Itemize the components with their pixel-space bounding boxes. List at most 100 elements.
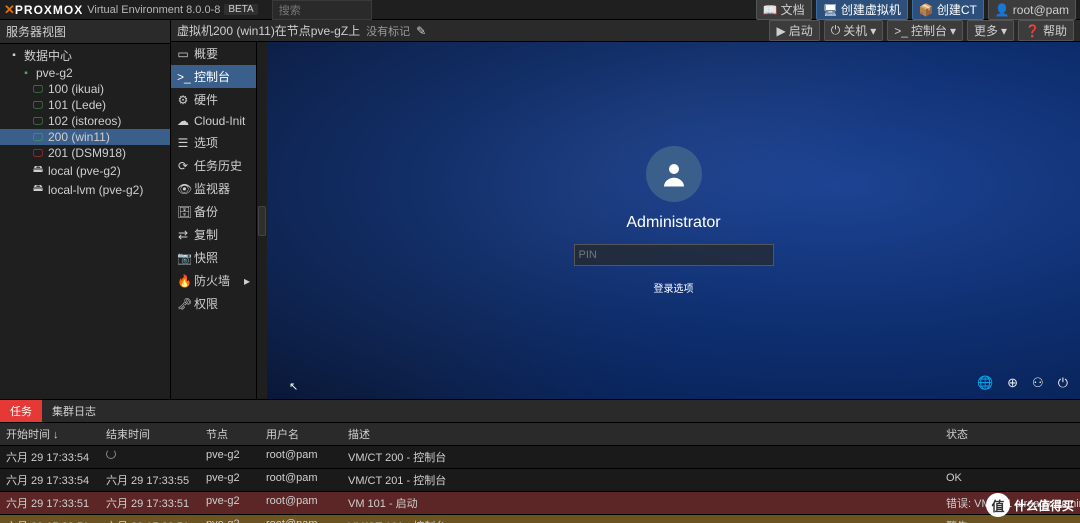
menu-item[interactable]: ☰选项 bbox=[171, 131, 256, 154]
content-panel: 虚拟机200 (win11)在节点pve-gZ上 没有标记 ✎ ▶启动 ⏻关机 … bbox=[171, 20, 1080, 399]
menu-icon: ☰ bbox=[177, 136, 189, 150]
disk-icon: 🖴 bbox=[32, 181, 44, 198]
cube-icon: 📦 bbox=[919, 3, 934, 17]
grip-icon bbox=[258, 206, 266, 236]
menu-icon: 🔥 bbox=[177, 274, 189, 288]
menu-item[interactable]: >_控制台 bbox=[171, 65, 256, 88]
more-button[interactable]: 更多 ▾ bbox=[967, 20, 1014, 41]
task-row[interactable]: 六月 29 17:33:54pve-g2root@pamVM/CT 200 - … bbox=[0, 446, 1080, 469]
help-icon: ❓ bbox=[1025, 24, 1040, 38]
menu-icon: ⇄ bbox=[177, 228, 189, 242]
vm-status-icon: 🖵 bbox=[32, 100, 44, 111]
resource-tree: ▪数据中心 ▪pve-g2 🖵100 (ikuai)🖵101 (Lede)🖵10… bbox=[0, 44, 170, 201]
chevron-right-icon: ▸ bbox=[244, 274, 250, 288]
menu-item[interactable]: ⟳任务历史 bbox=[171, 154, 256, 177]
sidebar: 服务器视图 ▪数据中心 ▪pve-g2 🖵100 (ikuai)🖵101 (Le… bbox=[0, 20, 171, 399]
cursor-icon: ↖ bbox=[289, 380, 298, 393]
menu-icon: >_ bbox=[177, 70, 189, 84]
help-button[interactable]: ❓帮助 bbox=[1018, 20, 1074, 41]
tree-storage[interactable]: 🖴local (pve-g2) bbox=[0, 161, 170, 180]
chevron-down-icon: ▾ bbox=[950, 24, 956, 38]
tree-datacenter[interactable]: ▪数据中心 bbox=[0, 46, 170, 65]
search-input[interactable]: 搜索 bbox=[272, 0, 372, 20]
tab-tasks[interactable]: 任务 bbox=[0, 400, 42, 422]
view-selector[interactable]: 服务器视图 bbox=[0, 20, 170, 44]
user-icon: 👤 bbox=[995, 3, 1010, 17]
menu-item[interactable]: 🗄备份 bbox=[171, 200, 256, 223]
tree-vm[interactable]: 🖵200 (win11) bbox=[0, 129, 170, 145]
console-button[interactable]: >_控制台 ▾ bbox=[887, 20, 963, 41]
menu-item[interactable]: ☁Cloud-Init bbox=[171, 111, 256, 131]
menu-icon: ⟳ bbox=[177, 159, 189, 173]
vm-menu: ▭概要>_控制台⚙硬件☁Cloud-Init☰选项⟳任务历史👁监视器🗄备份⇄复制… bbox=[171, 42, 257, 399]
start-button[interactable]: ▶启动 bbox=[769, 20, 819, 41]
power-icon: ⏻ bbox=[831, 23, 841, 38]
task-row[interactable]: 六月 29 17:33:54六月 29 17:33:55pve-g2root@p… bbox=[0, 469, 1080, 492]
spinner-icon bbox=[106, 449, 116, 459]
tab-cluster-log[interactable]: 集群日志 bbox=[42, 400, 106, 422]
menu-item[interactable]: ⚙硬件 bbox=[171, 88, 256, 111]
signin-options-link[interactable]: 登录选项 bbox=[654, 280, 694, 295]
menu-icon: 👁 bbox=[177, 182, 189, 196]
main-area: 服务器视图 ▪数据中心 ▪pve-g2 🖵100 (ikuai)🖵101 (Le… bbox=[0, 20, 1080, 399]
tree-node[interactable]: ▪pve-g2 bbox=[0, 65, 170, 81]
watermark: 值 什么值得买 bbox=[986, 493, 1074, 517]
product-name: PROXMOX bbox=[15, 3, 83, 17]
menu-icon: ▭ bbox=[177, 47, 189, 61]
monitor-icon: 🖥 bbox=[823, 3, 838, 17]
tree-vm[interactable]: 🖵101 (Lede) bbox=[0, 97, 170, 113]
ease-icon[interactable]: ⚇ bbox=[1032, 375, 1044, 391]
menu-icon: 📷 bbox=[177, 251, 189, 265]
vm-status-icon: 🖵 bbox=[32, 148, 44, 159]
col-end[interactable]: 结束时间 bbox=[100, 423, 200, 445]
disk-icon: 🖴 bbox=[32, 162, 44, 179]
accessibility-icon[interactable]: ⊕ bbox=[1007, 375, 1018, 391]
menu-item[interactable]: 🗝权限 bbox=[171, 292, 256, 315]
tree-vm[interactable]: 🖵100 (ikuai) bbox=[0, 81, 170, 97]
account-name: Administrator bbox=[626, 214, 720, 232]
task-row[interactable]: 六月 29 17:33:51六月 29 17:33:51pve-g2root@p… bbox=[0, 492, 1080, 515]
task-row[interactable]: 六月 29 17:33:51六月 29 17:33:51pve-g2root@p… bbox=[0, 515, 1080, 523]
menu-item[interactable]: 👁监视器 bbox=[171, 177, 256, 200]
chevron-down-icon: ▾ bbox=[1001, 24, 1007, 38]
docs-button[interactable]: 📖文档 bbox=[756, 0, 812, 20]
menu-icon: ☁ bbox=[177, 114, 189, 128]
create-ct-button[interactable]: 📦创建CT bbox=[912, 0, 984, 20]
top-header: ✕ PROXMOX Virtual Environment 8.0.0-8 BE… bbox=[0, 0, 1080, 20]
menu-icon: ⚙ bbox=[177, 93, 189, 107]
pin-input[interactable] bbox=[574, 244, 774, 266]
edit-tags-icon[interactable]: ✎ bbox=[416, 24, 426, 38]
splitter-handle[interactable] bbox=[257, 42, 267, 399]
task-columns: 开始时间 ↓ 结束时间 节点 用户名 描述 状态 bbox=[0, 423, 1080, 446]
user-menu-button[interactable]: 👤root@pam bbox=[988, 0, 1076, 20]
col-status[interactable]: 状态 bbox=[940, 423, 1080, 445]
power-icon[interactable]: ⏻ bbox=[1058, 375, 1068, 391]
vm-status-icon: 🖵 bbox=[32, 132, 44, 143]
logo[interactable]: ✕ PROXMOX Virtual Environment 8.0.0-8 BE… bbox=[0, 2, 262, 18]
menu-item[interactable]: ⇄复制 bbox=[171, 223, 256, 246]
chevron-down-icon: ▾ bbox=[870, 24, 876, 38]
no-tags-label: 没有标记 bbox=[366, 23, 410, 39]
col-start[interactable]: 开始时间 ↓ bbox=[0, 423, 100, 445]
server-icon: ▪ bbox=[20, 68, 32, 79]
vnc-console[interactable]: Administrator 登录选项 🌐 ⊕ ⚇ ⏻ ↖ bbox=[267, 42, 1080, 399]
menu-item[interactable]: ▭概要 bbox=[171, 42, 256, 65]
menu-item[interactable]: 📷快照 bbox=[171, 246, 256, 269]
col-user[interactable]: 用户名 bbox=[260, 423, 342, 445]
create-vm-button[interactable]: 🖥创建虚拟机 bbox=[816, 0, 908, 20]
col-node[interactable]: 节点 bbox=[200, 423, 260, 445]
building-icon: ▪ bbox=[8, 50, 20, 61]
terminal-icon: >_ bbox=[894, 24, 908, 38]
network-icon[interactable]: 🌐 bbox=[977, 375, 993, 391]
shutdown-button[interactable]: ⏻关机 ▾ bbox=[824, 20, 884, 41]
book-icon: 📖 bbox=[763, 3, 778, 17]
play-icon: ▶ bbox=[776, 24, 785, 38]
col-desc[interactable]: 描述 bbox=[342, 423, 940, 445]
tree-vm[interactable]: 🖵102 (istoreos) bbox=[0, 113, 170, 129]
task-rows: 六月 29 17:33:54pve-g2root@pamVM/CT 200 - … bbox=[0, 446, 1080, 523]
tree-storage[interactable]: 🖴local-lvm (pve-g2) bbox=[0, 180, 170, 199]
vm-status-icon: 🖵 bbox=[32, 116, 44, 127]
log-tabs: 任务 集群日志 bbox=[0, 400, 1080, 423]
menu-item[interactable]: 🔥防火墙▸ bbox=[171, 269, 256, 292]
tree-vm[interactable]: 🖵201 (DSM918) bbox=[0, 145, 170, 161]
